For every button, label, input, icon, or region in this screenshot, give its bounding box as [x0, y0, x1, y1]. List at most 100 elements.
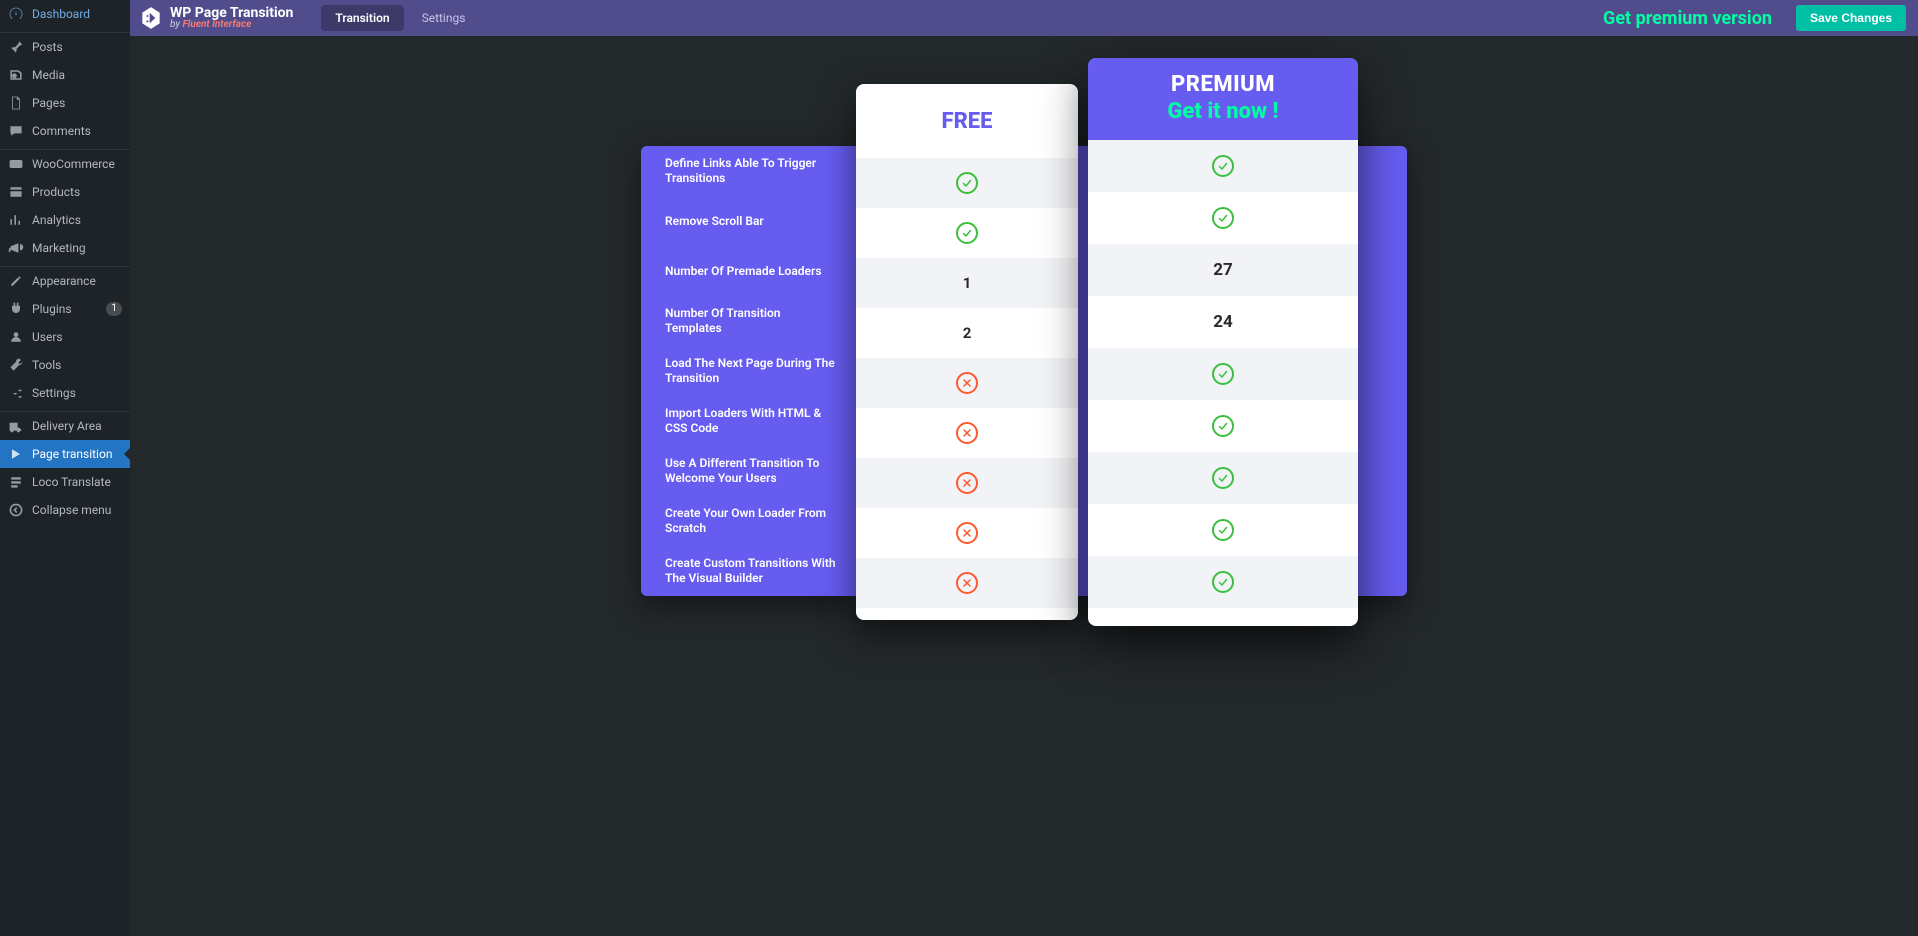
sidebar-item-collapse-menu[interactable]: Collapse menu — [0, 496, 130, 524]
sidebar-item-settings[interactable]: Settings — [0, 379, 130, 407]
free-cell: 1 — [856, 258, 1078, 308]
check-icon — [1212, 467, 1234, 489]
comment-icon — [8, 123, 24, 139]
sidebar-item-woocommerce[interactable]: WooCommerce — [0, 150, 130, 178]
sidebar-item-label: Page transition — [32, 447, 122, 461]
sidebar-item-label: Loco Translate — [32, 475, 122, 489]
check-icon — [1212, 207, 1234, 229]
loco-icon — [8, 474, 24, 490]
sidebar-item-label: Dashboard — [32, 7, 122, 21]
app-root: Dashboard Posts Media Pages Comments WooComme… — [0, 0, 1918, 936]
dashboard-icon — [8, 6, 24, 22]
sidebar-item-dashboard[interactable]: Dashboard — [0, 0, 130, 28]
free-cell — [856, 508, 1078, 558]
save-button[interactable]: Save Changes — [1796, 5, 1906, 31]
premium-cell — [1088, 140, 1358, 192]
media-icon — [8, 67, 24, 83]
premium-cell — [1088, 504, 1358, 556]
premium-cell — [1088, 192, 1358, 244]
feature-row: Number Of Transition Templates — [641, 296, 856, 346]
sidebar-item-label: Appearance — [32, 274, 122, 288]
sidebar-item-pages[interactable]: Pages — [0, 89, 130, 117]
feature-row: Define Links Able To Trigger Transitions — [641, 146, 856, 196]
plan-premium[interactable]: PREMIUM Get it now ! 2724 — [1088, 58, 1358, 626]
sidebar-item-users[interactable]: Users — [0, 323, 130, 351]
sidebar-item-posts[interactable]: Posts — [0, 33, 130, 61]
settings-icon — [8, 385, 24, 401]
sidebar-item-label: Products — [32, 185, 122, 199]
free-cell — [856, 558, 1078, 608]
sidebar-item-label: Media — [32, 68, 122, 82]
sidebar-item-label: Settings — [32, 386, 122, 400]
free-cell — [856, 458, 1078, 508]
sidebar-item-label: Users — [32, 330, 122, 344]
free-cell — [856, 158, 1078, 208]
main-area: WP Page Transition by Fluent Interface T… — [130, 0, 1918, 936]
pin-icon — [8, 39, 24, 55]
tab-transition[interactable]: Transition — [321, 5, 403, 31]
sidebar-item-label: Posts — [32, 40, 122, 54]
premium-cell: 24 — [1088, 296, 1358, 348]
check-icon — [1212, 571, 1234, 593]
sidebar-item-loco-translate[interactable]: Loco Translate — [0, 468, 130, 496]
cross-icon — [956, 422, 978, 444]
sidebar-item-label: Tools — [32, 358, 122, 372]
plugin-title: WP Page Transition — [170, 6, 293, 20]
collapse-icon — [8, 502, 24, 518]
plugin-topbar: WP Page Transition by Fluent Interface T… — [130, 0, 1918, 36]
premium-cell — [1088, 452, 1358, 504]
free-cell — [856, 208, 1078, 258]
premium-cell — [1088, 556, 1358, 608]
premium-cell — [1088, 348, 1358, 400]
appearance-icon — [8, 273, 24, 289]
transition-icon — [8, 446, 24, 462]
content-scroll[interactable]: Define Links Able To Trigger Transitions… — [130, 36, 1918, 936]
premium-head: PREMIUM Get it now ! — [1088, 58, 1358, 140]
compare-table: Define Links Able To Trigger Transitions… — [641, 146, 1407, 596]
check-icon — [1212, 415, 1234, 437]
check-icon — [1212, 519, 1234, 541]
plugin-tabs: Transition Settings — [321, 5, 479, 31]
delivery-icon — [8, 418, 24, 434]
sidebar-item-appearance[interactable]: Appearance — [0, 267, 130, 295]
sidebar-item-comments[interactable]: Comments — [0, 117, 130, 145]
sidebar-item-delivery-area[interactable]: Delivery Area — [0, 412, 130, 440]
sidebar-item-label: WooCommerce — [32, 157, 122, 171]
check-icon — [1212, 363, 1234, 385]
update-badge: 1 — [106, 302, 122, 316]
sidebar-item-media[interactable]: Media — [0, 61, 130, 89]
premium-cell: 27 — [1088, 244, 1358, 296]
brand-text: WP Page Transition by Fluent Interface — [170, 6, 293, 30]
premium-title: PREMIUM — [1088, 72, 1358, 97]
woo-icon — [8, 156, 24, 172]
feature-row: Number Of Premade Loaders — [641, 246, 856, 296]
get-premium-link[interactable]: Get premium version — [1603, 8, 1772, 29]
sidebar-item-label: Pages — [32, 96, 122, 110]
premium-subtitle: Get it now ! — [1088, 99, 1358, 124]
sidebar-item-marketing[interactable]: Marketing — [0, 234, 130, 262]
feature-row: Remove Scroll Bar — [641, 196, 856, 246]
sidebar-item-products[interactable]: Products — [0, 178, 130, 206]
feature-row: Load The Next Page During The Transition — [641, 346, 856, 396]
cross-icon — [956, 372, 978, 394]
tab-settings[interactable]: Settings — [408, 5, 480, 31]
plugins-icon — [8, 301, 24, 317]
sidebar-item-label: Delivery Area — [32, 419, 122, 433]
sidebar-item-plugins[interactable]: Plugins 1 — [0, 295, 130, 323]
plugin-subtitle: by Fluent Interface — [170, 20, 293, 30]
sidebar-item-tools[interactable]: Tools — [0, 351, 130, 379]
cross-icon — [956, 572, 978, 594]
feature-row: Create Your Own Loader From Scratch — [641, 496, 856, 546]
marketing-icon — [8, 240, 24, 256]
sidebar-item-label: Analytics — [32, 213, 122, 227]
cross-icon — [956, 522, 978, 544]
feature-row: Use A Different Transition To Welcome Yo… — [641, 446, 856, 496]
analytics-icon — [8, 212, 24, 228]
feature-row: Import Loaders With HTML & CSS Code — [641, 396, 856, 446]
check-icon — [956, 172, 978, 194]
sidebar-item-label: Marketing — [32, 241, 122, 255]
sidebar-item-label: Plugins — [32, 302, 98, 316]
sidebar-item-analytics[interactable]: Analytics — [0, 206, 130, 234]
page-icon — [8, 95, 24, 111]
sidebar-item-page-transition[interactable]: Page transition — [0, 440, 130, 468]
